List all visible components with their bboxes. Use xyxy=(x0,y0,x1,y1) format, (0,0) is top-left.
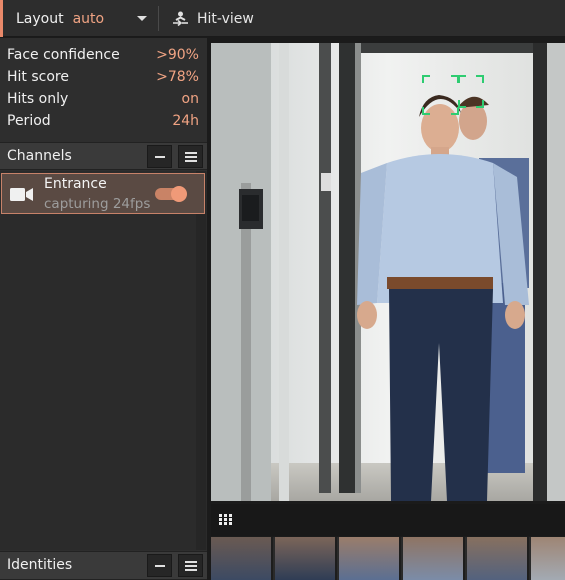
caret-down-icon[interactable] xyxy=(137,16,147,21)
channels-list xyxy=(0,171,207,550)
hit-view-label: Hit-view xyxy=(197,10,254,27)
thumbnail-toolbar xyxy=(211,504,565,536)
stat-label: Face confidence xyxy=(7,47,120,63)
layout-label: Layout xyxy=(16,10,64,27)
person-swap-icon xyxy=(173,11,188,26)
stat-label: Hit score xyxy=(7,69,69,85)
channel-enable-toggle[interactable] xyxy=(155,186,187,202)
face-thumbnail[interactable] xyxy=(531,537,565,580)
layout-value: auto xyxy=(72,10,105,27)
stat-row: Hits only on xyxy=(0,88,207,110)
stat-label: Hits only xyxy=(7,91,69,107)
stat-row: Hit score >78% xyxy=(0,66,207,88)
hit-view-button[interactable]: Hit-view xyxy=(172,0,254,37)
layout-selector[interactable]: Layout auto xyxy=(16,0,104,37)
video-camera-icon xyxy=(10,188,33,201)
channels-scrollbar[interactable] xyxy=(196,171,206,550)
stat-label: Period xyxy=(7,113,51,129)
face-thumbnail[interactable] xyxy=(275,537,337,580)
identities-title: Identities xyxy=(7,557,73,573)
hit-thumbnails xyxy=(211,537,565,580)
stat-row: Period 24h xyxy=(0,110,207,132)
identities-header: Identities xyxy=(0,551,207,580)
channel-status: capturing 24fps xyxy=(44,196,151,212)
top-toolbar: Layout auto Hit-view xyxy=(0,0,565,37)
toggle-knob xyxy=(171,186,187,202)
collapse-channels-button[interactable] xyxy=(147,145,172,168)
video-feed[interactable] xyxy=(211,43,565,501)
channels-title: Channels xyxy=(7,148,72,164)
collapse-identities-button[interactable] xyxy=(147,554,172,577)
channel-name: Entrance xyxy=(44,176,107,192)
channel-item-entrance[interactable]: Entrance capturing 24fps xyxy=(1,173,205,214)
channels-header: Channels xyxy=(0,142,207,170)
face-thumbnail[interactable] xyxy=(467,537,529,580)
toolbar-divider xyxy=(158,6,159,31)
stats-list: Face confidence >90% Hit score >78% Hits… xyxy=(0,44,207,132)
face-thumbnail[interactable] xyxy=(403,537,465,580)
stat-value[interactable]: on xyxy=(182,91,199,107)
stat-value[interactable]: >90% xyxy=(156,47,199,63)
stat-value[interactable]: >78% xyxy=(156,69,199,85)
entrance-camera-image xyxy=(211,43,565,501)
stat-row: Face confidence >90% xyxy=(0,44,207,66)
stat-value[interactable]: 24h xyxy=(172,113,199,129)
face-thumbnail[interactable] xyxy=(339,537,401,580)
grid-icon[interactable] xyxy=(219,514,232,525)
identities-menu-button[interactable] xyxy=(178,554,203,577)
channels-menu-button[interactable] xyxy=(178,145,203,168)
face-thumbnail[interactable] xyxy=(211,537,273,580)
toolbar-accent-strip xyxy=(0,0,3,37)
